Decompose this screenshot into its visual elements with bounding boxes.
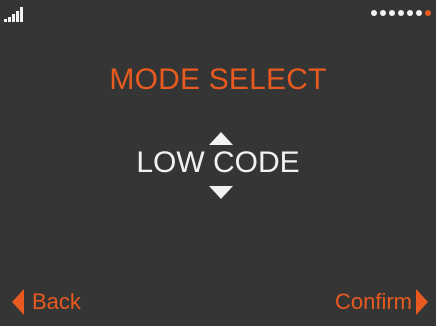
signal-bar	[16, 11, 19, 22]
page-indicator	[371, 10, 431, 16]
back-button[interactable]: Back	[12, 288, 81, 316]
signal-bar	[12, 14, 15, 22]
page-dot	[407, 10, 413, 16]
triangle-down-icon[interactable]	[209, 186, 233, 199]
page-dot	[389, 10, 395, 16]
triangle-up-icon[interactable]	[209, 132, 233, 145]
signal-bar	[8, 17, 11, 22]
mode-value-selector[interactable]: LOW CODE	[0, 128, 436, 202]
page-dot-active	[425, 10, 431, 16]
triangle-left-icon	[12, 289, 24, 315]
signal-strength-icon	[4, 6, 26, 22]
page-dot	[380, 10, 386, 16]
confirm-button[interactable]: Confirm	[335, 288, 428, 316]
page-dot	[398, 10, 404, 16]
signal-bar	[20, 7, 23, 22]
page-dot	[371, 10, 377, 16]
selected-mode-value: LOW CODE	[136, 146, 300, 179]
signal-bar	[4, 19, 7, 22]
triangle-right-icon	[416, 289, 428, 315]
page-dot	[416, 10, 422, 16]
back-button-label: Back	[32, 289, 81, 314]
page-title: MODE SELECT	[109, 63, 327, 96]
confirm-button-label: Confirm	[334, 289, 412, 314]
